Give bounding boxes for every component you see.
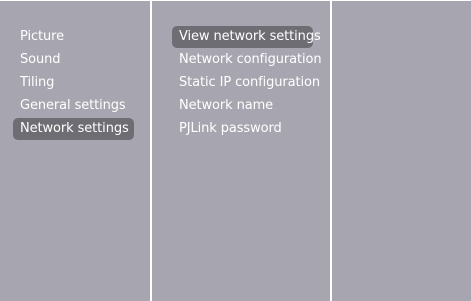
menu-item-network-settings[interactable]: Network settings [13, 118, 134, 140]
menu-item-sound[interactable]: Sound [13, 49, 134, 71]
submenu-item-network-name[interactable]: Network name [172, 95, 317, 117]
submenu-item-network-configuration[interactable]: Network configuration [172, 49, 322, 71]
menu-item-general-settings[interactable]: General settings [13, 95, 134, 117]
menu-item-picture[interactable]: Picture [13, 26, 134, 48]
submenu-item-pjlink-password[interactable]: PJLink password [172, 118, 317, 140]
osd-menu-screen: Picture Sound Tiling General settings Ne… [0, 0, 471, 301]
submenu-item-view-network-settings[interactable]: View network settings [172, 26, 321, 48]
submenu-item-static-ip-configuration[interactable]: Static IP configuration [172, 72, 320, 94]
menu-item-tiling[interactable]: Tiling [13, 72, 134, 94]
detail-panel-column [332, 0, 471, 301]
